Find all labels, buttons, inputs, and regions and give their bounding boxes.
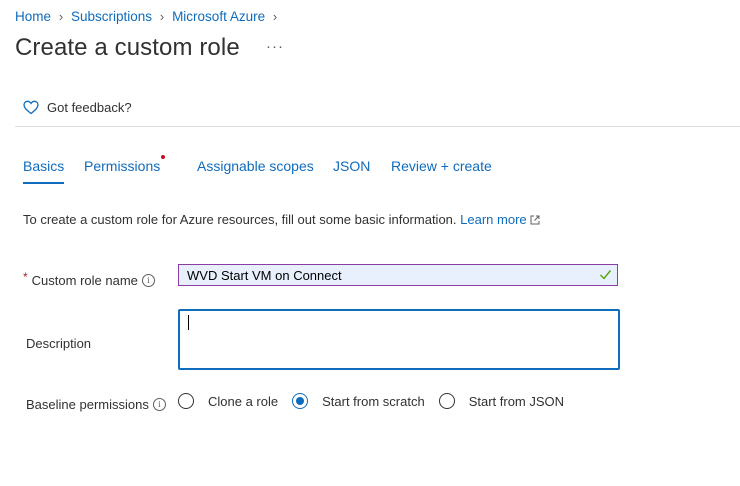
radio-label: Start from scratch <box>322 393 425 409</box>
intro-text: To create a custom role for Azure resour… <box>23 212 540 227</box>
breadcrumb-home[interactable]: Home <box>15 9 51 24</box>
role-name-label-text: Custom role name <box>31 273 138 288</box>
learn-more-link[interactable]: Learn more <box>460 212 540 227</box>
info-icon[interactable]: i <box>141 274 155 287</box>
description-label: Description <box>26 336 91 351</box>
text-cursor <box>188 315 189 330</box>
learn-more-label: Learn more <box>460 212 527 227</box>
role-name-label: * Custom role name i <box>23 269 155 288</box>
radio-button-selected[interactable] <box>292 393 309 409</box>
baseline-radio-group: Clone a role Start from scratch Start fr… <box>178 393 564 409</box>
required-asterisk: * <box>23 269 28 284</box>
tab-assignable-scopes[interactable]: Assignable scopes <box>197 158 314 174</box>
radio-button[interactable] <box>178 393 194 409</box>
description-label-text: Description <box>26 336 92 351</box>
page-title: Create a custom role <box>15 34 240 61</box>
radio-start-from-scratch[interactable]: Start from scratch <box>292 393 425 409</box>
radio-start-from-json[interactable]: Start from JSON <box>438 393 565 409</box>
info-icon[interactable]: i <box>152 398 166 411</box>
intro-description: To create a custom role for Azure resour… <box>23 212 457 227</box>
checkmark-icon <box>600 270 612 280</box>
feedback-button[interactable]: Got feedback? <box>23 100 132 115</box>
baseline-label: Baseline permissions i <box>26 397 166 412</box>
radio-label: Start from JSON <box>468 393 565 409</box>
feedback-label: Got feedback? <box>47 100 132 115</box>
description-field[interactable] <box>178 309 620 370</box>
breadcrumb: Home › Subscriptions › Microsoft Azure › <box>15 9 285 24</box>
tab-json[interactable]: JSON <box>333 158 370 174</box>
radio-label: Clone a role <box>208 393 279 409</box>
role-name-input[interactable] <box>179 265 595 285</box>
description-input[interactable] <box>180 311 618 368</box>
radio-button[interactable] <box>438 393 455 409</box>
heart-icon <box>23 100 39 115</box>
breadcrumb-microsoft-azure[interactable]: Microsoft Azure <box>172 9 265 24</box>
external-link-icon <box>530 215 540 225</box>
tab-basics[interactable]: Basics <box>23 158 65 184</box>
chevron-right-icon: › <box>58 9 64 24</box>
role-name-field[interactable] <box>178 264 618 286</box>
more-options-button[interactable]: ··· <box>266 38 284 55</box>
baseline-label-text: Baseline permissions <box>26 397 149 412</box>
radio-clone-role[interactable]: Clone a role <box>178 393 278 409</box>
tab-review-create[interactable]: Review + create <box>391 158 492 174</box>
tab-permissions[interactable]: Permissions <box>84 158 160 174</box>
chevron-right-icon: › <box>272 9 278 24</box>
divider <box>15 126 740 127</box>
required-indicator <box>161 155 165 159</box>
chevron-right-icon: › <box>159 9 165 24</box>
breadcrumb-subscriptions[interactable]: Subscriptions <box>71 9 152 24</box>
